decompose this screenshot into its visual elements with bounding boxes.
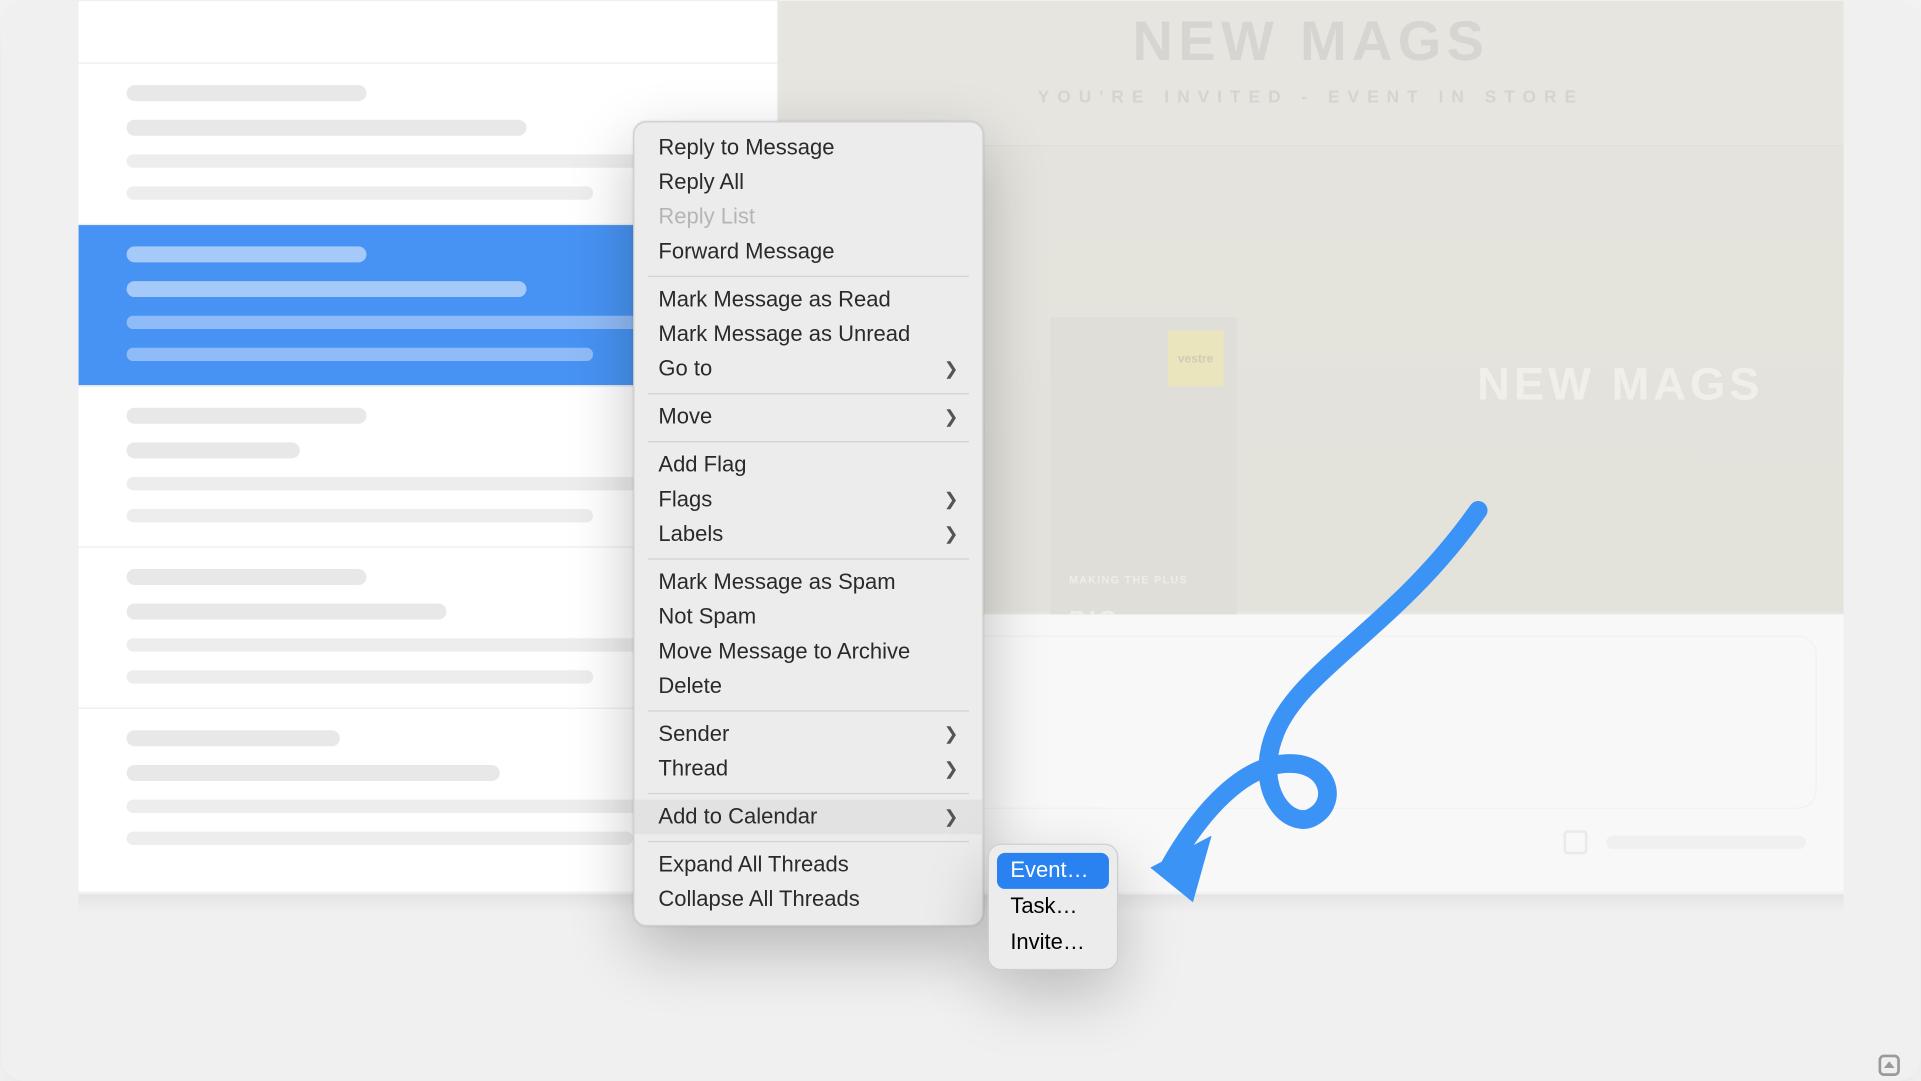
footer-placeholder — [1606, 835, 1806, 848]
chevron-right-icon: ❯ — [943, 758, 958, 779]
menu-reply-message[interactable]: Reply to Message — [634, 130, 982, 165]
menu-archive[interactable]: Move Message to Archive — [634, 634, 982, 669]
menu-labels[interactable]: Labels❯ — [634, 517, 982, 552]
menu-spam[interactable]: Mark Message as Spam — [634, 564, 982, 599]
menu-flags[interactable]: Flags❯ — [634, 482, 982, 517]
chevron-right-icon: ❯ — [943, 406, 958, 427]
chevron-right-icon: ❯ — [943, 723, 958, 744]
menu-reply-list: Reply List — [634, 199, 982, 234]
submenu-invite[interactable]: Invite… — [996, 924, 1108, 960]
menu-not-spam[interactable]: Not Spam — [634, 599, 982, 634]
hero-subtitle: YOU'RE INVITED - EVENT IN STORE — [778, 86, 1843, 106]
poster-tag: MAKING THE PLUS — [1068, 574, 1187, 586]
menu-forward[interactable]: Forward Message — [634, 234, 982, 269]
menu-add-to-calendar[interactable]: Add to Calendar❯ — [634, 799, 982, 834]
menu-mark-unread[interactable]: Mark Message as Unread — [634, 317, 982, 352]
menu-goto[interactable]: Go to❯ — [634, 351, 982, 386]
footer-checkbox[interactable] — [1563, 830, 1587, 854]
menu-mark-read[interactable]: Mark Message as Read — [634, 282, 982, 317]
calendar-submenu: Event… Task… Invite… — [987, 843, 1118, 970]
hero-brand: NEW MAGS — [1477, 359, 1763, 411]
vivaldi-brand: VIVALDI — [1878, 1054, 1899, 1081]
context-menu: Reply to Message Reply All Reply List Fo… — [633, 121, 984, 926]
menu-move[interactable]: Move❯ — [634, 399, 982, 434]
app-canvas: NEW MAGS YOU'RE INVITED - EVENT IN STORE… — [1, 1, 1921, 1081]
menu-delete[interactable]: Delete — [634, 668, 982, 703]
chevron-right-icon: ❯ — [943, 358, 958, 379]
vivaldi-icon — [1878, 1054, 1899, 1075]
chevron-right-icon: ❯ — [943, 806, 958, 827]
menu-expand-threads[interactable]: Expand All Threads — [634, 847, 982, 882]
menu-sender[interactable]: Sender❯ — [634, 716, 982, 751]
submenu-event[interactable]: Event… — [996, 852, 1108, 888]
submenu-task[interactable]: Task… — [996, 888, 1108, 924]
chevron-right-icon: ❯ — [943, 489, 958, 510]
menu-add-flag[interactable]: Add Flag — [634, 447, 982, 482]
poster-big: BIG — [1068, 606, 1119, 614]
menu-reply-all[interactable]: Reply All — [634, 165, 982, 200]
hero-image: NEW MAGS vestre MAKING THE PLUS BIG — [898, 145, 1843, 612]
chevron-right-icon: ❯ — [943, 523, 958, 544]
menu-thread[interactable]: Thread❯ — [634, 751, 982, 786]
vestre-badge: vestre — [1167, 330, 1223, 386]
reply-footer — [1563, 830, 1806, 854]
menu-collapse-threads[interactable]: Collapse All Threads — [634, 882, 982, 917]
hero-title: NEW MAGS — [778, 9, 1843, 73]
poster-card: vestre MAKING THE PLUS BIG — [1050, 317, 1237, 614]
